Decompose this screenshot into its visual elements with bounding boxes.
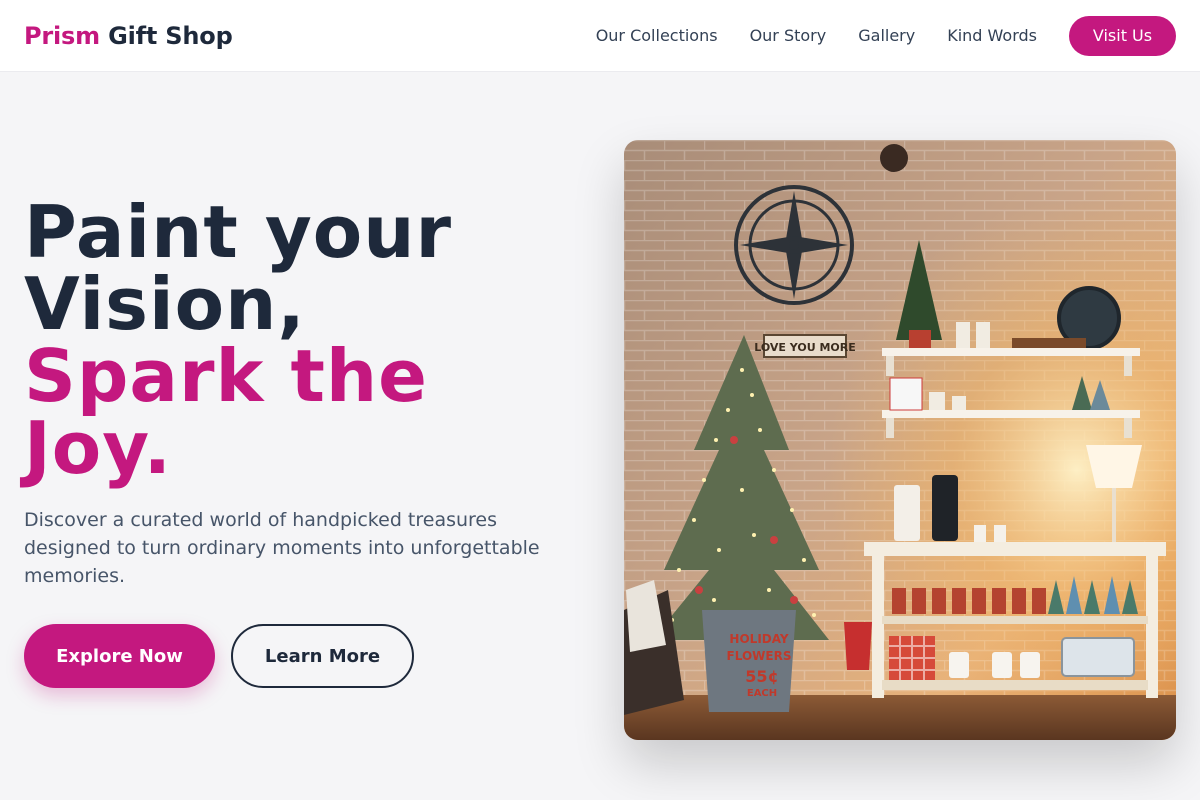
- coffee-dispenser: [932, 475, 958, 541]
- nav-link-gallery[interactable]: Gallery: [858, 26, 915, 45]
- logo-brand-accent: Prism: [24, 21, 100, 50]
- wall-sign: LOVE YOU MORE: [754, 334, 856, 358]
- headline-line-2: Vision,: [24, 262, 306, 346]
- shop-interior-photo: LOVE YOU MORE HOLIDAY FLOWERS 55¢ EACH: [624, 140, 1176, 740]
- visit-us-button[interactable]: Visit Us: [1069, 15, 1176, 56]
- hero-cta-row: Explore Now Learn More: [24, 624, 584, 688]
- hero-headline: Paint your Vision, Spark the Joy.: [24, 196, 584, 484]
- nav-link-story[interactable]: Our Story: [750, 26, 827, 45]
- svg-text:EACH: EACH: [747, 688, 777, 699]
- learn-more-button[interactable]: Learn More: [231, 624, 414, 688]
- headline-line-1: Paint your: [24, 190, 453, 274]
- explore-now-button[interactable]: Explore Now: [24, 624, 215, 688]
- hero-subtext: Discover a curated world of handpicked t…: [24, 509, 540, 587]
- hero-image: LOVE YOU MORE HOLIDAY FLOWERS 55¢ EACH: [624, 140, 1176, 740]
- site-logo[interactable]: Prism Gift Shop: [24, 22, 233, 50]
- headline-line-4: Joy.: [24, 406, 172, 490]
- nav-link-collections[interactable]: Our Collections: [596, 26, 718, 45]
- svg-text:FLOWERS: FLOWERS: [727, 649, 792, 663]
- ceiling-lamp: [880, 144, 908, 172]
- compass-wall-decor: [734, 185, 854, 305]
- wood-floor: [624, 695, 1176, 740]
- hero-text: Paint your Vision, Spark the Joy. Discov…: [24, 196, 584, 688]
- nav-link-kind-words[interactable]: Kind Words: [947, 26, 1037, 45]
- site-header: Prism Gift Shop Our Collections Our Stor…: [0, 0, 1200, 72]
- svg-text:LOVE YOU MORE: LOVE YOU MORE: [754, 341, 856, 354]
- holiday-basket: HOLIDAY FLOWERS 55¢ EACH: [702, 610, 796, 712]
- main-nav: Our Collections Our Story Gallery Kind W…: [596, 15, 1176, 56]
- headline-line-3: Spark the: [24, 334, 428, 418]
- svg-text:55¢: 55¢: [745, 667, 778, 686]
- svg-text:HOLIDAY: HOLIDAY: [729, 632, 788, 646]
- logo-brand-rest: Gift Shop: [108, 21, 233, 50]
